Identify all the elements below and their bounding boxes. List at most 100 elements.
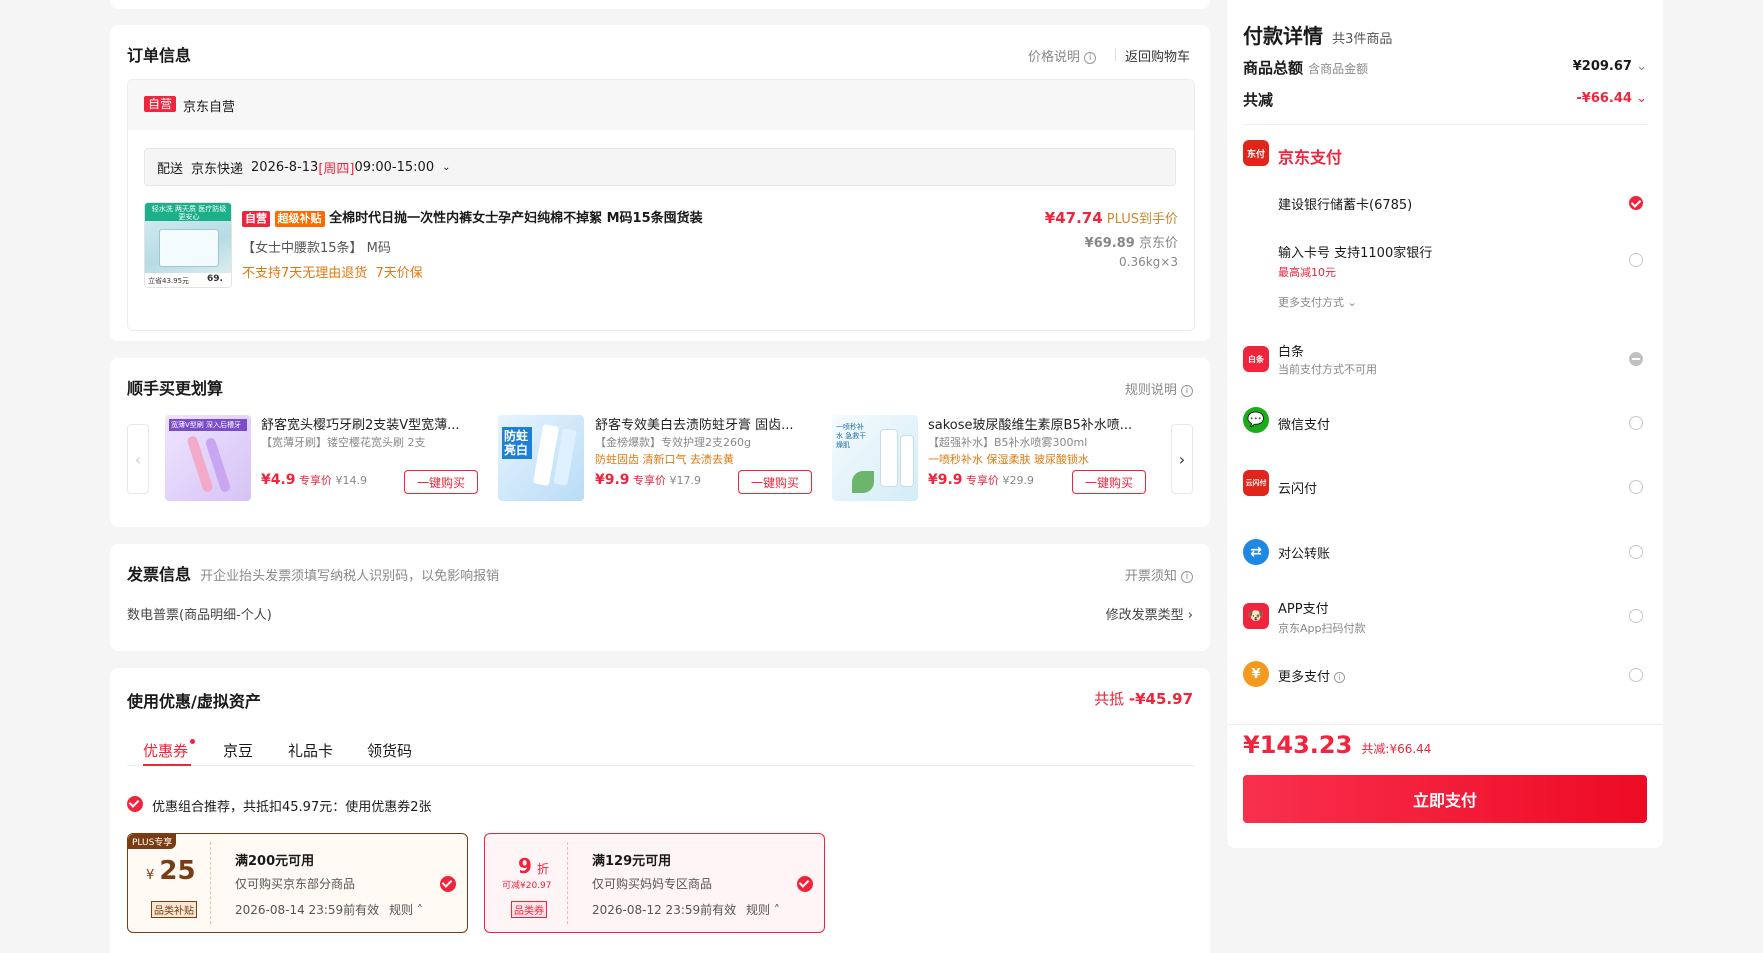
coupon-expiry-row: 2026-08-12 23:59前有效 规则 ˄ <box>592 901 780 918</box>
app-pay-icon: 🐶 <box>1243 603 1269 629</box>
addon-item-name[interactable]: sakose玻尿酸维生素原B5补水喷... <box>928 414 1143 433</box>
coupon-check-icon[interactable] <box>797 876 813 892</box>
addon-card: 顺手买更划算 规则说明 i ‹ › 宽薄V型刷 深入后槽牙 舒客宽头樱巧牙刷2支… <box>110 358 1210 527</box>
addon-item-name[interactable]: 舒客专效美白去渍防蛀牙膏 固齿... <box>595 414 795 433</box>
addon-item-thumbnail[interactable]: 宽薄V型刷 深入后槽牙 <box>165 415 251 501</box>
delivery-carrier: 京东快递 <box>191 161 244 177</box>
addon-thumb-text: 宽薄V型刷 深入后槽牙 <box>169 419 247 431</box>
back-cart-link[interactable]: 返回购物车 <box>1125 46 1190 65</box>
coupon-check-icon[interactable] <box>440 876 456 892</box>
unionpay-icon: 云闪付 <box>1243 470 1269 496</box>
price-help-label: 价格说明 <box>1028 50 1081 65</box>
product-plus-price-row: ¥47.74 PLUS到手价 <box>1045 208 1178 227</box>
discount-title: 使用优惠/虚拟资产 <box>127 692 261 711</box>
pay-method-more[interactable]: 更多支付 i <box>1278 666 1346 685</box>
tab-dot-badge <box>190 739 195 744</box>
pay-method-unionpay[interactable]: 云闪付 <box>1278 478 1317 497</box>
invoice-notice-link[interactable]: 开票须知 i <box>1125 565 1193 584</box>
addon-item-price-label: 专享价 <box>299 474 333 487</box>
addon-buy-button[interactable]: 一键购买 <box>404 470 478 494</box>
addon-item-price: ¥9.9 <box>595 472 630 488</box>
spray-bottle-shape <box>880 429 898 487</box>
delivery-time: 09:00-15:00 <box>354 159 435 175</box>
delivery-label: 配送 <box>157 161 184 177</box>
chevron-down-icon: ⌄ <box>1347 296 1357 309</box>
invoice-card: 发票信息 开企业抬头发票须填写纳税人识别码，以免影响报销 开票须知 i 数电普票… <box>110 544 1210 651</box>
chevron-right-icon: › <box>1178 449 1186 469</box>
jd-price-label: 京东价 <box>1138 236 1178 251</box>
coupon-rule-link[interactable]: 规则 <box>389 903 413 917</box>
addon-buy-button[interactable]: 一键购买 <box>1072 470 1146 494</box>
invoice-notice-label: 开票须知 <box>1124 569 1177 584</box>
plus-price-label: PLUS到手价 <box>1106 212 1178 227</box>
divider <box>1115 48 1116 61</box>
more-methods-label: 更多支付方式 <box>1278 296 1344 309</box>
shop-name: 京东自营 <box>183 100 236 115</box>
chevron-up-icon: ˄ <box>773 903 780 917</box>
goods-total-value-row[interactable]: ¥209.67 ⌄ <box>1573 59 1647 74</box>
shop-header <box>128 80 1194 130</box>
reduce-value-row[interactable]: -¥66.44 ⌄ <box>1576 91 1647 106</box>
carousel-prev-button[interactable]: ‹ <box>127 424 149 494</box>
carousel-next-button[interactable]: › <box>1171 424 1193 494</box>
submit-pay-button[interactable]: 立即支付 <box>1243 775 1647 823</box>
product-title-row[interactable]: 自营 超级补贴 全棉时代日抛一次性内裤女士孕产妇纯棉不掉絮 M码15条囤货装 <box>242 207 703 227</box>
tab-coupon[interactable]: 优惠券 <box>143 740 188 761</box>
pay-method-baitiao[interactable]: 白条 <box>1278 341 1304 360</box>
reduce-label: 共减 <box>1243 91 1274 109</box>
pay-wechat-radio[interactable] <box>1629 416 1643 430</box>
pay-method-wechat[interactable]: 微信支付 <box>1278 414 1330 433</box>
tab-jingdou[interactable]: 京豆 <box>223 740 253 761</box>
coupon-threshold: 满200元可用 <box>235 854 315 869</box>
addon-item-thumbnail[interactable]: 防蛀 亮白 <box>498 415 584 501</box>
pay-app-radio[interactable] <box>1629 609 1643 623</box>
tab-active-underline <box>143 764 191 766</box>
addon-item-desc: 【金榜爆款】专效护理2支260g <box>595 436 751 449</box>
coupon-amount: 9 <box>518 854 532 878</box>
pay-method-input-card[interactable]: 输入卡号 支持1100家银行 <box>1278 242 1432 261</box>
product-thumbnail[interactable]: 轻水洗 两天质 医疗防级更安心 立省43.95元 69. <box>144 202 232 288</box>
plus-price: ¥47.74 <box>1044 209 1103 227</box>
coupon-amount: 25 <box>159 856 196 886</box>
price-help-link[interactable]: 价格说明 i <box>1028 46 1097 65</box>
chevron-down-icon: ⌄ <box>442 161 451 173</box>
invoice-type: 数电普票(商品明细-个人) <box>127 608 272 623</box>
delivery-weekday: [周四] <box>318 161 355 177</box>
tab-giftcard[interactable]: 礼品卡 <box>288 740 333 761</box>
addon-item-price-label: 专享价 <box>633 474 667 487</box>
pay-input-card-radio[interactable] <box>1629 253 1643 267</box>
pay-method-app[interactable]: APP支付 <box>1278 598 1329 617</box>
more-methods-link[interactable]: 更多支付方式 ⌄ <box>1278 294 1357 310</box>
addon-item-orig: ¥14.9 <box>335 474 368 487</box>
tab-code[interactable]: 领货码 <box>367 740 412 761</box>
recommend-check-icon[interactable] <box>127 796 143 812</box>
modify-invoice-link[interactable]: 修改发票类型 › <box>1106 604 1193 623</box>
addon-item-thumbnail[interactable]: 一喷秒补水 急救干燥肌 <box>832 415 918 501</box>
payment-count: 共3件商品 <box>1332 32 1393 47</box>
invoice-title-row: 发票信息 开企业抬头发票须填写纳税人识别码，以免影响报销 <box>127 561 499 585</box>
pay-unionpay-radio[interactable] <box>1629 480 1643 494</box>
pay-more-radio[interactable] <box>1629 668 1643 682</box>
addon-item-price: ¥9.9 <box>928 472 963 488</box>
delivery-date: 2026-8-13 <box>251 159 319 175</box>
pay-method-transfer[interactable]: 对公转账 <box>1278 543 1330 562</box>
coupon-unit: 折 <box>537 862 550 876</box>
addon-buy-button[interactable]: 一键购买 <box>738 470 812 494</box>
coupon-rule-link[interactable]: 规则 <box>746 903 770 917</box>
pay-card-radio[interactable] <box>1629 196 1643 210</box>
coupon-sub: 可减¥20.97 <box>502 881 552 891</box>
delivery-bar[interactable]: 配送 京东快递 2026-8-13 [周四] 09:00-15:00 ⌄ <box>144 148 1176 186</box>
product-spec: 【女士中腰款15条】 M码 <box>242 241 391 256</box>
top-card-strip <box>110 0 1210 9</box>
pay-transfer-radio[interactable] <box>1629 545 1643 559</box>
addon-item-orig: ¥17.9 <box>669 474 702 487</box>
pay-method-card[interactable]: 建设银行储蓄卡(6785) <box>1278 194 1412 213</box>
recommend-text: 优惠组合推荐，共抵扣45.97元：使用优惠券2张 <box>152 800 432 815</box>
baitiao-sub: 当前支付方式不可用 <box>1278 363 1377 376</box>
product-subsidy-tag: 超级补贴 <box>274 211 325 227</box>
addon-item-name[interactable]: 舒客宽头樱巧牙刷2支装V型宽薄... <box>261 414 461 433</box>
addon-item-tags: 一喷秒补水 保湿柔肤 玻尿酸锁水 <box>928 453 1089 466</box>
more-pay-label: 更多支付 <box>1278 670 1331 685</box>
addon-rules-link[interactable]: 规则说明 i <box>1125 379 1193 398</box>
addon-rules-label: 规则说明 <box>1124 383 1177 398</box>
